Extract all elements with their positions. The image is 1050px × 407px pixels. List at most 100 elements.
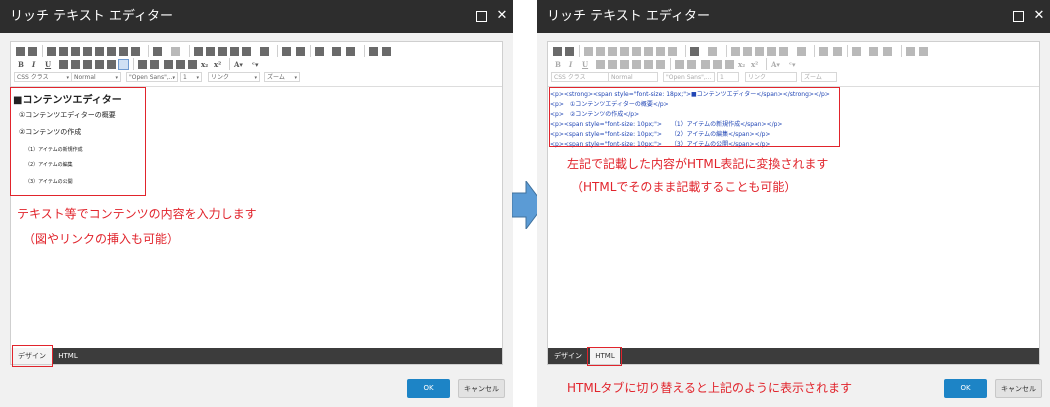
- highlight-color-icon[interactable]: ᶜ▾: [252, 58, 259, 71]
- paste-plain-icon[interactable]: [119, 47, 128, 56]
- align-none-icon[interactable]: [107, 60, 116, 69]
- paste-icon[interactable]: [71, 47, 80, 56]
- italic-icon[interactable]: I: [32, 58, 35, 71]
- ordered-list-icon[interactable]: [675, 60, 684, 69]
- insert-flash-icon[interactable]: [230, 47, 239, 56]
- zoom-select[interactable]: ズーム ▾: [264, 72, 300, 82]
- insert-emoji-icon[interactable]: [332, 47, 341, 56]
- copy-icon[interactable]: [596, 47, 605, 56]
- font-color-icon[interactable]: A▾: [234, 58, 243, 71]
- compass-icon[interactable]: [382, 47, 391, 56]
- find-icon[interactable]: [565, 47, 574, 56]
- undo-icon[interactable]: [153, 47, 162, 56]
- underline-icon[interactable]: U: [582, 58, 588, 71]
- undo-icon[interactable]: [690, 47, 699, 56]
- add-icon[interactable]: [369, 47, 378, 56]
- zoom-select[interactable]: ズーム: [801, 72, 837, 82]
- align-justify-icon[interactable]: [632, 60, 641, 69]
- subscript-icon[interactable]: x₂: [738, 58, 745, 71]
- close-icon[interactable]: ✕: [494, 8, 510, 24]
- align-right-icon[interactable]: [83, 60, 92, 69]
- italic-icon[interactable]: I: [569, 58, 572, 71]
- paste-text-icon[interactable]: [83, 47, 92, 56]
- table-options-icon[interactable]: [797, 47, 806, 56]
- paragraph-icon[interactable]: [282, 47, 291, 56]
- font-family-select[interactable]: "Open Sans",...: [663, 72, 715, 82]
- close-icon[interactable]: ✕: [1031, 8, 1047, 24]
- symbol-icon[interactable]: [852, 47, 861, 56]
- format-icon[interactable]: [656, 60, 665, 69]
- font-family-select[interactable]: "Open Sans",... ▾: [126, 72, 178, 82]
- strikethrough-icon[interactable]: [188, 60, 197, 69]
- unordered-list-icon[interactable]: [687, 60, 696, 69]
- redo-icon[interactable]: [708, 47, 717, 56]
- superscript-icon[interactable]: x²: [751, 58, 758, 71]
- insert-media-icon[interactable]: [755, 47, 764, 56]
- insert-link-icon[interactable]: [731, 47, 740, 56]
- insert-table-icon[interactable]: [242, 47, 251, 56]
- paragraph-style-select[interactable]: Normal: [608, 72, 658, 82]
- align-justify-icon[interactable]: [95, 60, 104, 69]
- outdent-icon[interactable]: [164, 60, 173, 69]
- paragraph-icon[interactable]: [819, 47, 828, 56]
- tab-design[interactable]: デザイン: [548, 348, 588, 364]
- cancel-button[interactable]: キャンセル: [458, 379, 505, 398]
- ordered-list-icon[interactable]: [138, 60, 147, 69]
- paste-text-icon[interactable]: [620, 47, 629, 56]
- ok-button[interactable]: OK: [944, 379, 987, 398]
- maximize-icon[interactable]: [473, 8, 489, 24]
- font-size-select[interactable]: 1 ▾: [180, 72, 202, 82]
- document-icon[interactable]: [296, 47, 305, 56]
- table-options-icon[interactable]: [260, 47, 269, 56]
- compass-icon[interactable]: [919, 47, 928, 56]
- underline-icon[interactable]: U: [45, 58, 51, 71]
- strikethrough-icon[interactable]: [725, 60, 734, 69]
- print-icon[interactable]: [16, 47, 25, 56]
- paste-word-icon[interactable]: [95, 47, 104, 56]
- align-right-icon[interactable]: [620, 60, 629, 69]
- paste-html-icon[interactable]: [107, 47, 116, 56]
- insert-flash-icon[interactable]: [767, 47, 776, 56]
- insert-image-icon[interactable]: [206, 47, 215, 56]
- add-icon[interactable]: [906, 47, 915, 56]
- font-size-select[interactable]: 1: [717, 72, 739, 82]
- maximize-icon[interactable]: [1010, 8, 1026, 24]
- print-icon[interactable]: [553, 47, 562, 56]
- align-center-icon[interactable]: [608, 60, 617, 69]
- paste-word-icon[interactable]: [632, 47, 641, 56]
- insert-link-icon[interactable]: [194, 47, 203, 56]
- insert-form-icon[interactable]: [346, 47, 355, 56]
- bold-icon[interactable]: B: [18, 58, 24, 71]
- subscript-icon[interactable]: x₂: [201, 58, 208, 71]
- link-select[interactable]: リンク: [745, 72, 797, 82]
- font-color-icon[interactable]: A▾: [771, 58, 780, 71]
- css-class-select[interactable]: CSS クラス: [551, 72, 609, 82]
- paragraph-style-select[interactable]: Normal ▾: [71, 72, 121, 82]
- cut-icon[interactable]: [584, 47, 593, 56]
- format-stripper-icon[interactable]: [131, 47, 140, 56]
- document-icon[interactable]: [833, 47, 842, 56]
- symbol-icon[interactable]: [315, 47, 324, 56]
- insert-emoji-icon[interactable]: [869, 47, 878, 56]
- paste-html-icon[interactable]: [644, 47, 653, 56]
- tab-html[interactable]: HTML: [55, 348, 81, 364]
- highlight-color-icon[interactable]: ᶜ▾: [789, 58, 796, 71]
- css-class-select[interactable]: CSS クラス ▾: [14, 72, 72, 82]
- ok-button[interactable]: OK: [407, 379, 450, 398]
- outdent-icon[interactable]: [701, 60, 710, 69]
- format-stripper-icon[interactable]: [668, 47, 677, 56]
- unordered-list-icon[interactable]: [150, 60, 159, 69]
- insert-media-icon[interactable]: [218, 47, 227, 56]
- format-icon[interactable]: [118, 59, 129, 70]
- align-left-icon[interactable]: [596, 60, 605, 69]
- superscript-icon[interactable]: x²: [214, 58, 221, 71]
- insert-table-icon[interactable]: [779, 47, 788, 56]
- find-icon[interactable]: [28, 47, 37, 56]
- copy-icon[interactable]: [59, 47, 68, 56]
- paste-plain-icon[interactable]: [656, 47, 665, 56]
- insert-image-icon[interactable]: [743, 47, 752, 56]
- indent-icon[interactable]: [176, 60, 185, 69]
- indent-icon[interactable]: [713, 60, 722, 69]
- cut-icon[interactable]: [47, 47, 56, 56]
- insert-form-icon[interactable]: [883, 47, 892, 56]
